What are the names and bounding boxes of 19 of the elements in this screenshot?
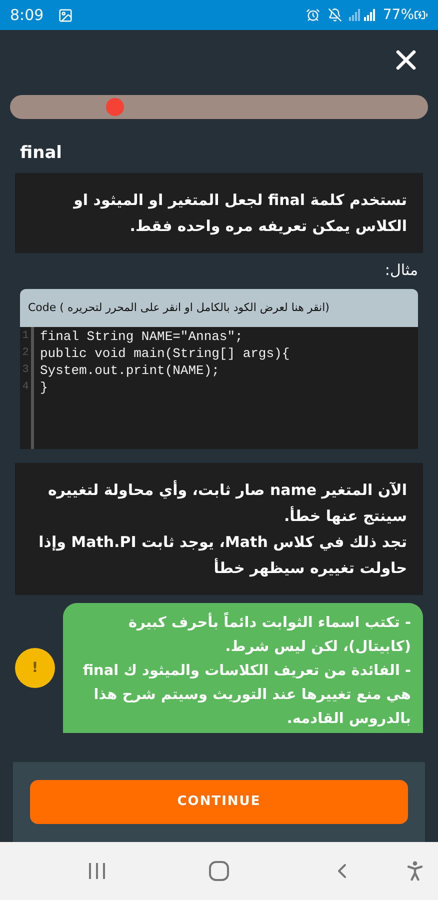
image-icon xyxy=(58,8,73,22)
recent-apps-icon[interactable] xyxy=(87,862,107,880)
lesson-title: final xyxy=(19,142,64,165)
battery-percent: 77% xyxy=(382,6,414,24)
status-time: 8:09 xyxy=(10,4,44,26)
example-label: مثال: xyxy=(384,260,419,280)
tip-text: - تكتب اسماء الثوابت دائماً بأحرف كبيرة (كابيتال)، لكن ليس شرط. xyxy=(75,611,411,659)
warning-badge: ! xyxy=(15,648,55,688)
code-line: public void main(String[] args){ xyxy=(40,345,290,362)
battery-icon xyxy=(414,8,428,22)
alarm-icon xyxy=(306,8,320,22)
home-icon[interactable] xyxy=(208,860,230,882)
code-line: final String NAME="Annas"; xyxy=(40,328,244,345)
code-header[interactable]: (انقر هنا لعرض الكود بالكامل او انقر على المحرر لتحريره ) Code xyxy=(20,289,418,327)
code-line: } xyxy=(40,379,49,396)
mute-icon xyxy=(328,8,342,22)
signal-icon xyxy=(362,9,375,21)
signal-icon xyxy=(348,9,360,21)
code-line: System.out.print(NAME); xyxy=(40,362,220,379)
